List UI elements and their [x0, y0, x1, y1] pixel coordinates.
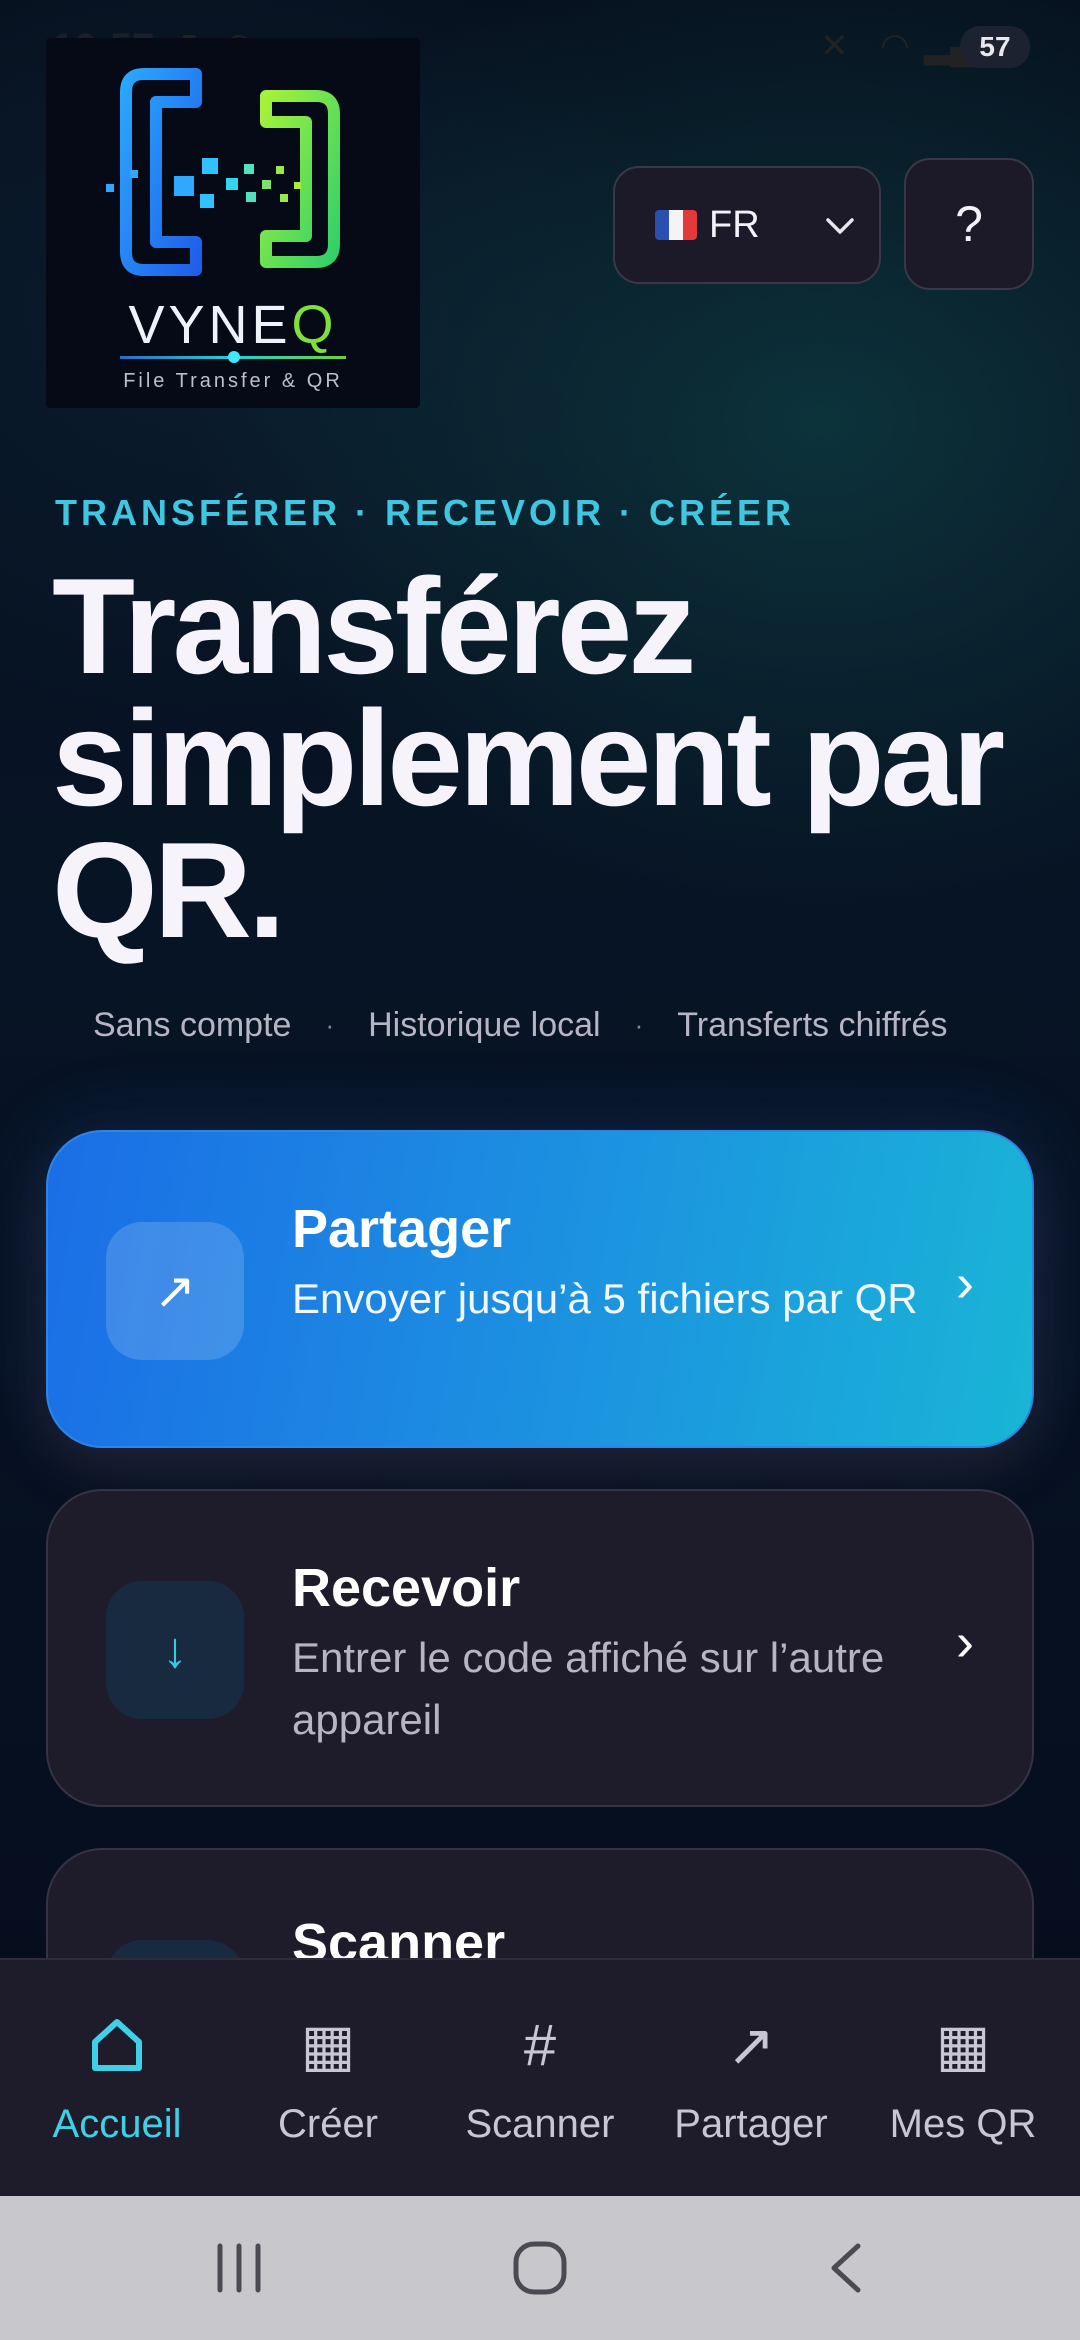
back-icon[interactable] [826, 2240, 866, 2296]
system-navigation-bar [0, 2196, 1080, 2340]
arrow-down-icon: ↓ [106, 1581, 244, 1719]
nav-item-my-qr[interactable]: ▦ Mes QR [855, 1960, 1071, 2198]
wifi-icon: ◠ [880, 27, 910, 65]
feature-separator: · [325, 1010, 335, 1040]
recent-apps-icon[interactable] [212, 2240, 266, 2296]
feature-local-history: Historique local [368, 1006, 601, 1044]
hero-eyebrow: TRANSFÉRER · RECEVOIR · CRÉER [55, 492, 796, 533]
hash-icon: # [523, 2012, 557, 2078]
grid-icon: ▦ [300, 2013, 356, 2078]
share-card-title: Partager [292, 1199, 512, 1259]
share-card[interactable]: ↗ Partager Envoyer jusqu’à 5 fichiers pa… [46, 1130, 1034, 1448]
nav-item-share[interactable]: ↗ Partager [643, 1960, 859, 2198]
nav-label-my-qr: Mes QR [889, 2102, 1037, 2146]
help-button[interactable]: ? [904, 158, 1034, 290]
nav-item-scanner[interactable]: # Scanner [432, 1960, 648, 2198]
logo-brand-main: VYNE [128, 295, 292, 355]
language-selector[interactable]: FR [613, 166, 881, 284]
receive-card-title: Recevoir [292, 1558, 521, 1618]
nav-label-share: Partager [674, 2102, 828, 2146]
page-title: Transférez simplement par QR. [52, 550, 1005, 966]
nav-label-scanner: Scanner [465, 2102, 615, 2146]
france-flag-icon [655, 210, 697, 240]
grid-icon: ▦ [935, 2013, 991, 2078]
logo-tagline: File Transfer & QR [123, 370, 343, 392]
feature-encrypted: Transferts chiffrés [677, 1006, 948, 1044]
logo-brand: VYNEQ [46, 294, 420, 356]
receive-card[interactable]: ↓ Recevoir Entrer le code affiché sur l’… [46, 1489, 1034, 1807]
app-logo: VYNEQ File Transfer & QR [46, 38, 420, 408]
nav-label-home: Accueil [52, 2102, 182, 2146]
arrow-up-right-icon: ↗ [106, 1222, 244, 1360]
nav-item-home[interactable]: Accueil [9, 1960, 225, 2198]
chevron-right-icon: › [956, 1253, 974, 1313]
nav-item-create[interactable]: ▦ Créer [220, 1960, 436, 2198]
feature-list: Sans compte · Historique local · Transfe… [93, 1006, 1053, 1045]
nav-label-create: Créer [277, 2102, 379, 2146]
share-card-description: Envoyer jusqu’à 5 fichiers par QR [292, 1275, 918, 1322]
home-icon [9, 2012, 225, 2078]
battery-indicator: 57 [960, 26, 1030, 68]
bottom-navigation: Accueil ▦ Créer # Scanner ↗ Partager ▦ M… [0, 1958, 1080, 2196]
receive-card-description: Entrer le code affiché sur l’autre appar… [292, 1634, 885, 1743]
arrow-up-right-icon: ↗ [726, 2013, 776, 2078]
chevron-down-icon [826, 218, 854, 234]
mute-icon: ✕ [820, 27, 849, 65]
logo-divider-dot [228, 351, 240, 363]
logo-mark-icon [106, 68, 340, 276]
logo-brand-accent: Q [291, 295, 338, 355]
feature-no-account: Sans compte [93, 1006, 292, 1044]
feature-separator: · [634, 1010, 644, 1040]
chevron-right-icon: › [956, 1612, 974, 1672]
home-button-icon[interactable] [512, 2240, 568, 2296]
language-code: FR [709, 203, 760, 246]
